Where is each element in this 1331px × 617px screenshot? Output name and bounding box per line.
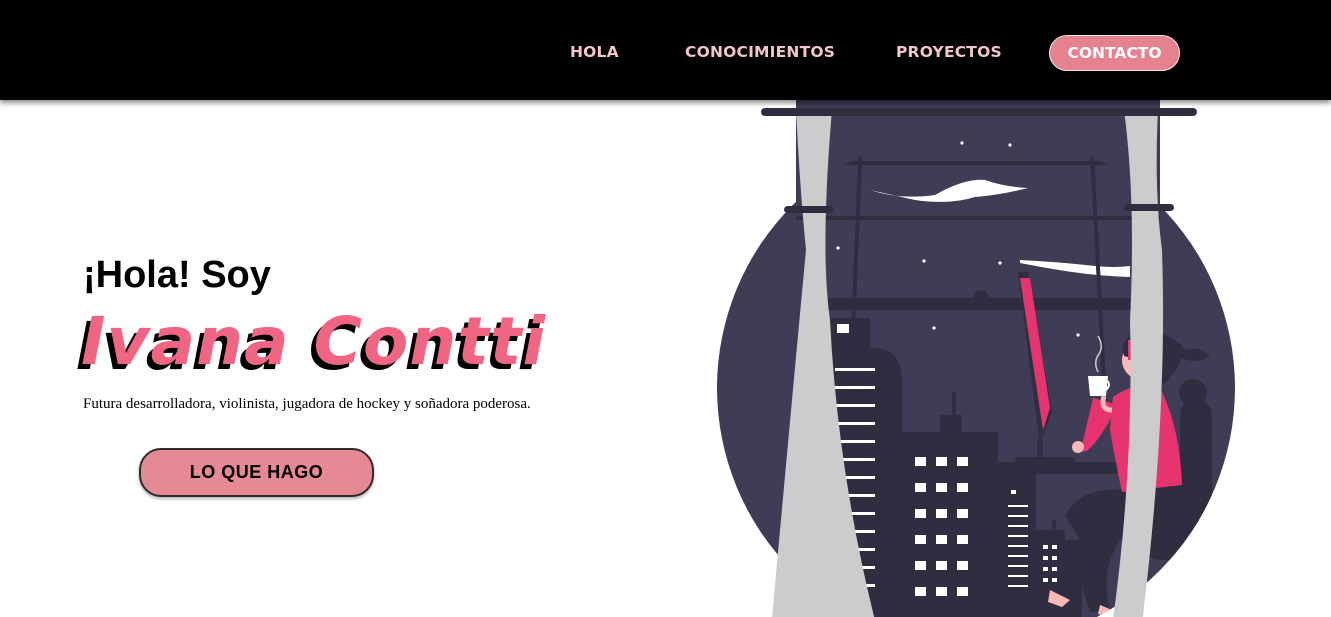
curtain-tieback <box>784 206 834 213</box>
nav-link-hola[interactable]: HOLA <box>570 43 619 61</box>
star-icon <box>1076 333 1080 337</box>
star-icon <box>836 246 840 250</box>
window-knob <box>973 290 989 306</box>
star-icon <box>998 261 1002 265</box>
nav-link-conocimientos[interactable]: CONOCIMIENTOS <box>685 43 835 61</box>
nav-contact-button[interactable]: CONTACTO <box>1049 35 1180 71</box>
curtain-tieback <box>1124 204 1174 211</box>
nav-link-proyectos[interactable]: PROYECTOS <box>896 43 1002 61</box>
lo-que-hago-button[interactable]: LO QUE HAGO <box>139 448 374 497</box>
hero-name: Ivana Contti <box>81 303 547 380</box>
hero-greeting: ¡Hola! Soy <box>83 254 271 296</box>
star-icon <box>922 259 926 263</box>
star-icon <box>932 326 936 330</box>
top-navbar: HOLA CONOCIMIENTOS PROYECTOS CONTACTO <box>0 0 1331 100</box>
curtain-rod <box>761 108 1197 116</box>
hero-description: Futura desarrolladora, violinista, jugad… <box>83 396 531 412</box>
woman-at-window-illustration <box>717 100 1235 617</box>
star-icon <box>960 141 964 145</box>
star-icon <box>1008 143 1012 147</box>
coffee-cup-icon <box>1088 376 1108 396</box>
window-scene <box>717 100 1235 617</box>
